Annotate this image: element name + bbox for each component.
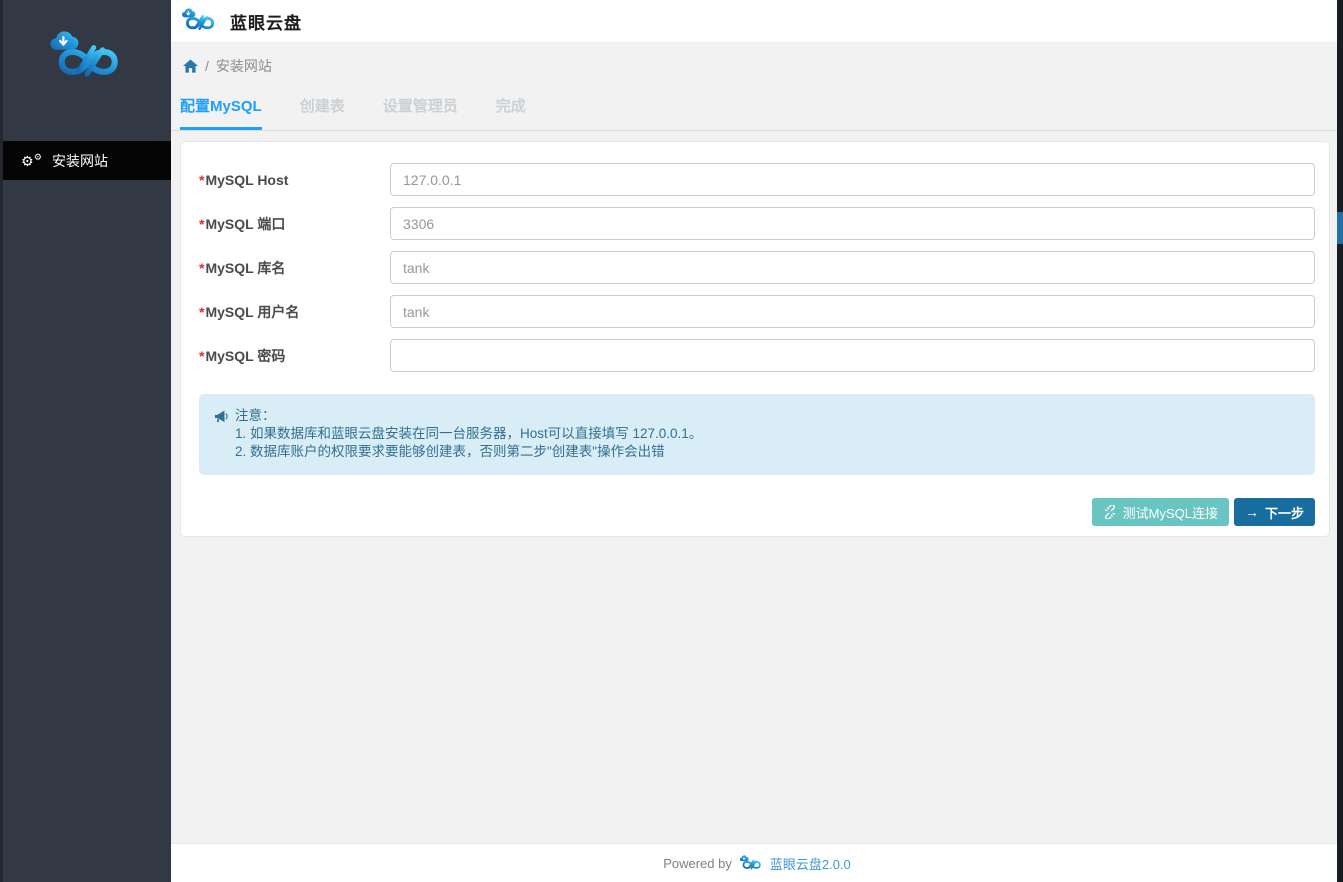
app-logo xyxy=(0,0,171,84)
test-mysql-connection-button[interactable]: 测试MySQL连接 xyxy=(1092,498,1229,526)
infinity-cloud-logo xyxy=(44,31,128,84)
mysql-database-label: *MySQL 库名 xyxy=(199,258,390,278)
main-area: 蓝眼云盘 / 安装网站 配置MySQL 创建表 设置管理员 完成 *MySQL … xyxy=(171,0,1343,882)
tab-create-tables[interactable]: 创建表 xyxy=(300,95,345,130)
required-marker: * xyxy=(199,304,204,320)
notice-item: 1. 如果数据库和蓝眼云盘安装在同一台服务器，Host可以直接填写 127.0.… xyxy=(235,425,1300,443)
unlink-icon xyxy=(1103,505,1117,519)
page-scrollbar-thumb[interactable] xyxy=(1337,212,1343,244)
mysql-port-input[interactable] xyxy=(390,207,1315,240)
header: 蓝眼云盘 xyxy=(171,0,1343,43)
required-marker: * xyxy=(199,172,204,188)
tab-configure-mysql[interactable]: 配置MySQL xyxy=(180,95,262,130)
cogs-icon: ⚙⚙ xyxy=(21,152,41,170)
mysql-username-input[interactable] xyxy=(390,295,1315,328)
app-root: ⚙⚙ 安装网站 蓝眼云盘 / 安装网站 配置MySQL 创建表 设置管理员 完成… xyxy=(0,0,1343,882)
notice-item: 2. 数据库账户的权限要求要能够创建表，否则第二步"创建表"操作会出错 xyxy=(235,443,1300,461)
form-row-mysql-port: *MySQL 端口 xyxy=(199,207,1315,240)
form-row-mysql-password: *MySQL 密码 xyxy=(199,339,1315,372)
mysql-host-input[interactable] xyxy=(390,163,1315,196)
mysql-database-input[interactable] xyxy=(390,251,1315,284)
notice-box: 注意： 1. 如果数据库和蓝眼云盘安装在同一台服务器，Host可以直接填写 12… xyxy=(199,394,1315,475)
wizard-tabs: 配置MySQL 创建表 设置管理员 完成 xyxy=(171,95,1343,131)
sidebar-scrollbar[interactable] xyxy=(0,0,3,882)
form-row-mysql-username: *MySQL 用户名 xyxy=(199,295,1315,328)
bullhorn-icon xyxy=(214,410,229,423)
breadcrumb-separator: / xyxy=(205,58,209,74)
mysql-config-card: *MySQL Host *MySQL 端口 *MySQL 库名 *MySQL 用… xyxy=(180,141,1330,537)
arrow-right-icon: → xyxy=(1245,505,1259,519)
next-step-button[interactable]: → 下一步 xyxy=(1234,498,1315,526)
required-marker: * xyxy=(199,216,204,232)
breadcrumb-current: 安装网站 xyxy=(216,56,272,76)
form-row-mysql-host: *MySQL Host xyxy=(199,163,1315,196)
footer-version-link[interactable]: 蓝眼云盘2.0.0 xyxy=(770,854,851,873)
mysql-host-label: *MySQL Host xyxy=(199,172,390,188)
form-actions: 测试MySQL连接 → 下一步 xyxy=(199,498,1315,526)
required-marker: * xyxy=(199,260,204,276)
mysql-port-label: *MySQL 端口 xyxy=(199,214,390,234)
mysql-username-label: *MySQL 用户名 xyxy=(199,302,390,322)
page-scrollbar[interactable] xyxy=(1337,0,1343,882)
tab-finish[interactable]: 完成 xyxy=(496,95,526,130)
notice-title: 注意： xyxy=(235,407,276,425)
mysql-password-input[interactable] xyxy=(390,339,1315,372)
powered-by-text: Powered by xyxy=(663,856,732,871)
page-title: 蓝眼云盘 xyxy=(230,9,302,34)
home-icon[interactable] xyxy=(183,59,198,73)
mysql-password-label: *MySQL 密码 xyxy=(199,346,390,366)
next-button-label: 下一步 xyxy=(1265,503,1304,522)
footer: Powered by 蓝眼云盘2.0.0 xyxy=(171,843,1343,882)
sidebar: ⚙⚙ 安装网站 xyxy=(0,0,171,882)
required-marker: * xyxy=(199,348,204,364)
sidebar-item-install-site[interactable]: ⚙⚙ 安装网站 xyxy=(0,141,171,180)
sidebar-nav: ⚙⚙ 安装网站 xyxy=(0,141,171,180)
breadcrumb: / 安装网站 xyxy=(171,57,1343,75)
app-logo-small xyxy=(179,8,219,34)
tab-set-admin[interactable]: 设置管理员 xyxy=(383,95,458,130)
test-button-label: 测试MySQL连接 xyxy=(1123,503,1218,522)
footer-logo xyxy=(738,855,764,872)
sidebar-item-label: 安装网站 xyxy=(52,151,108,171)
notice-title-row: 注意： xyxy=(214,407,1300,425)
form-row-mysql-database: *MySQL 库名 xyxy=(199,251,1315,284)
